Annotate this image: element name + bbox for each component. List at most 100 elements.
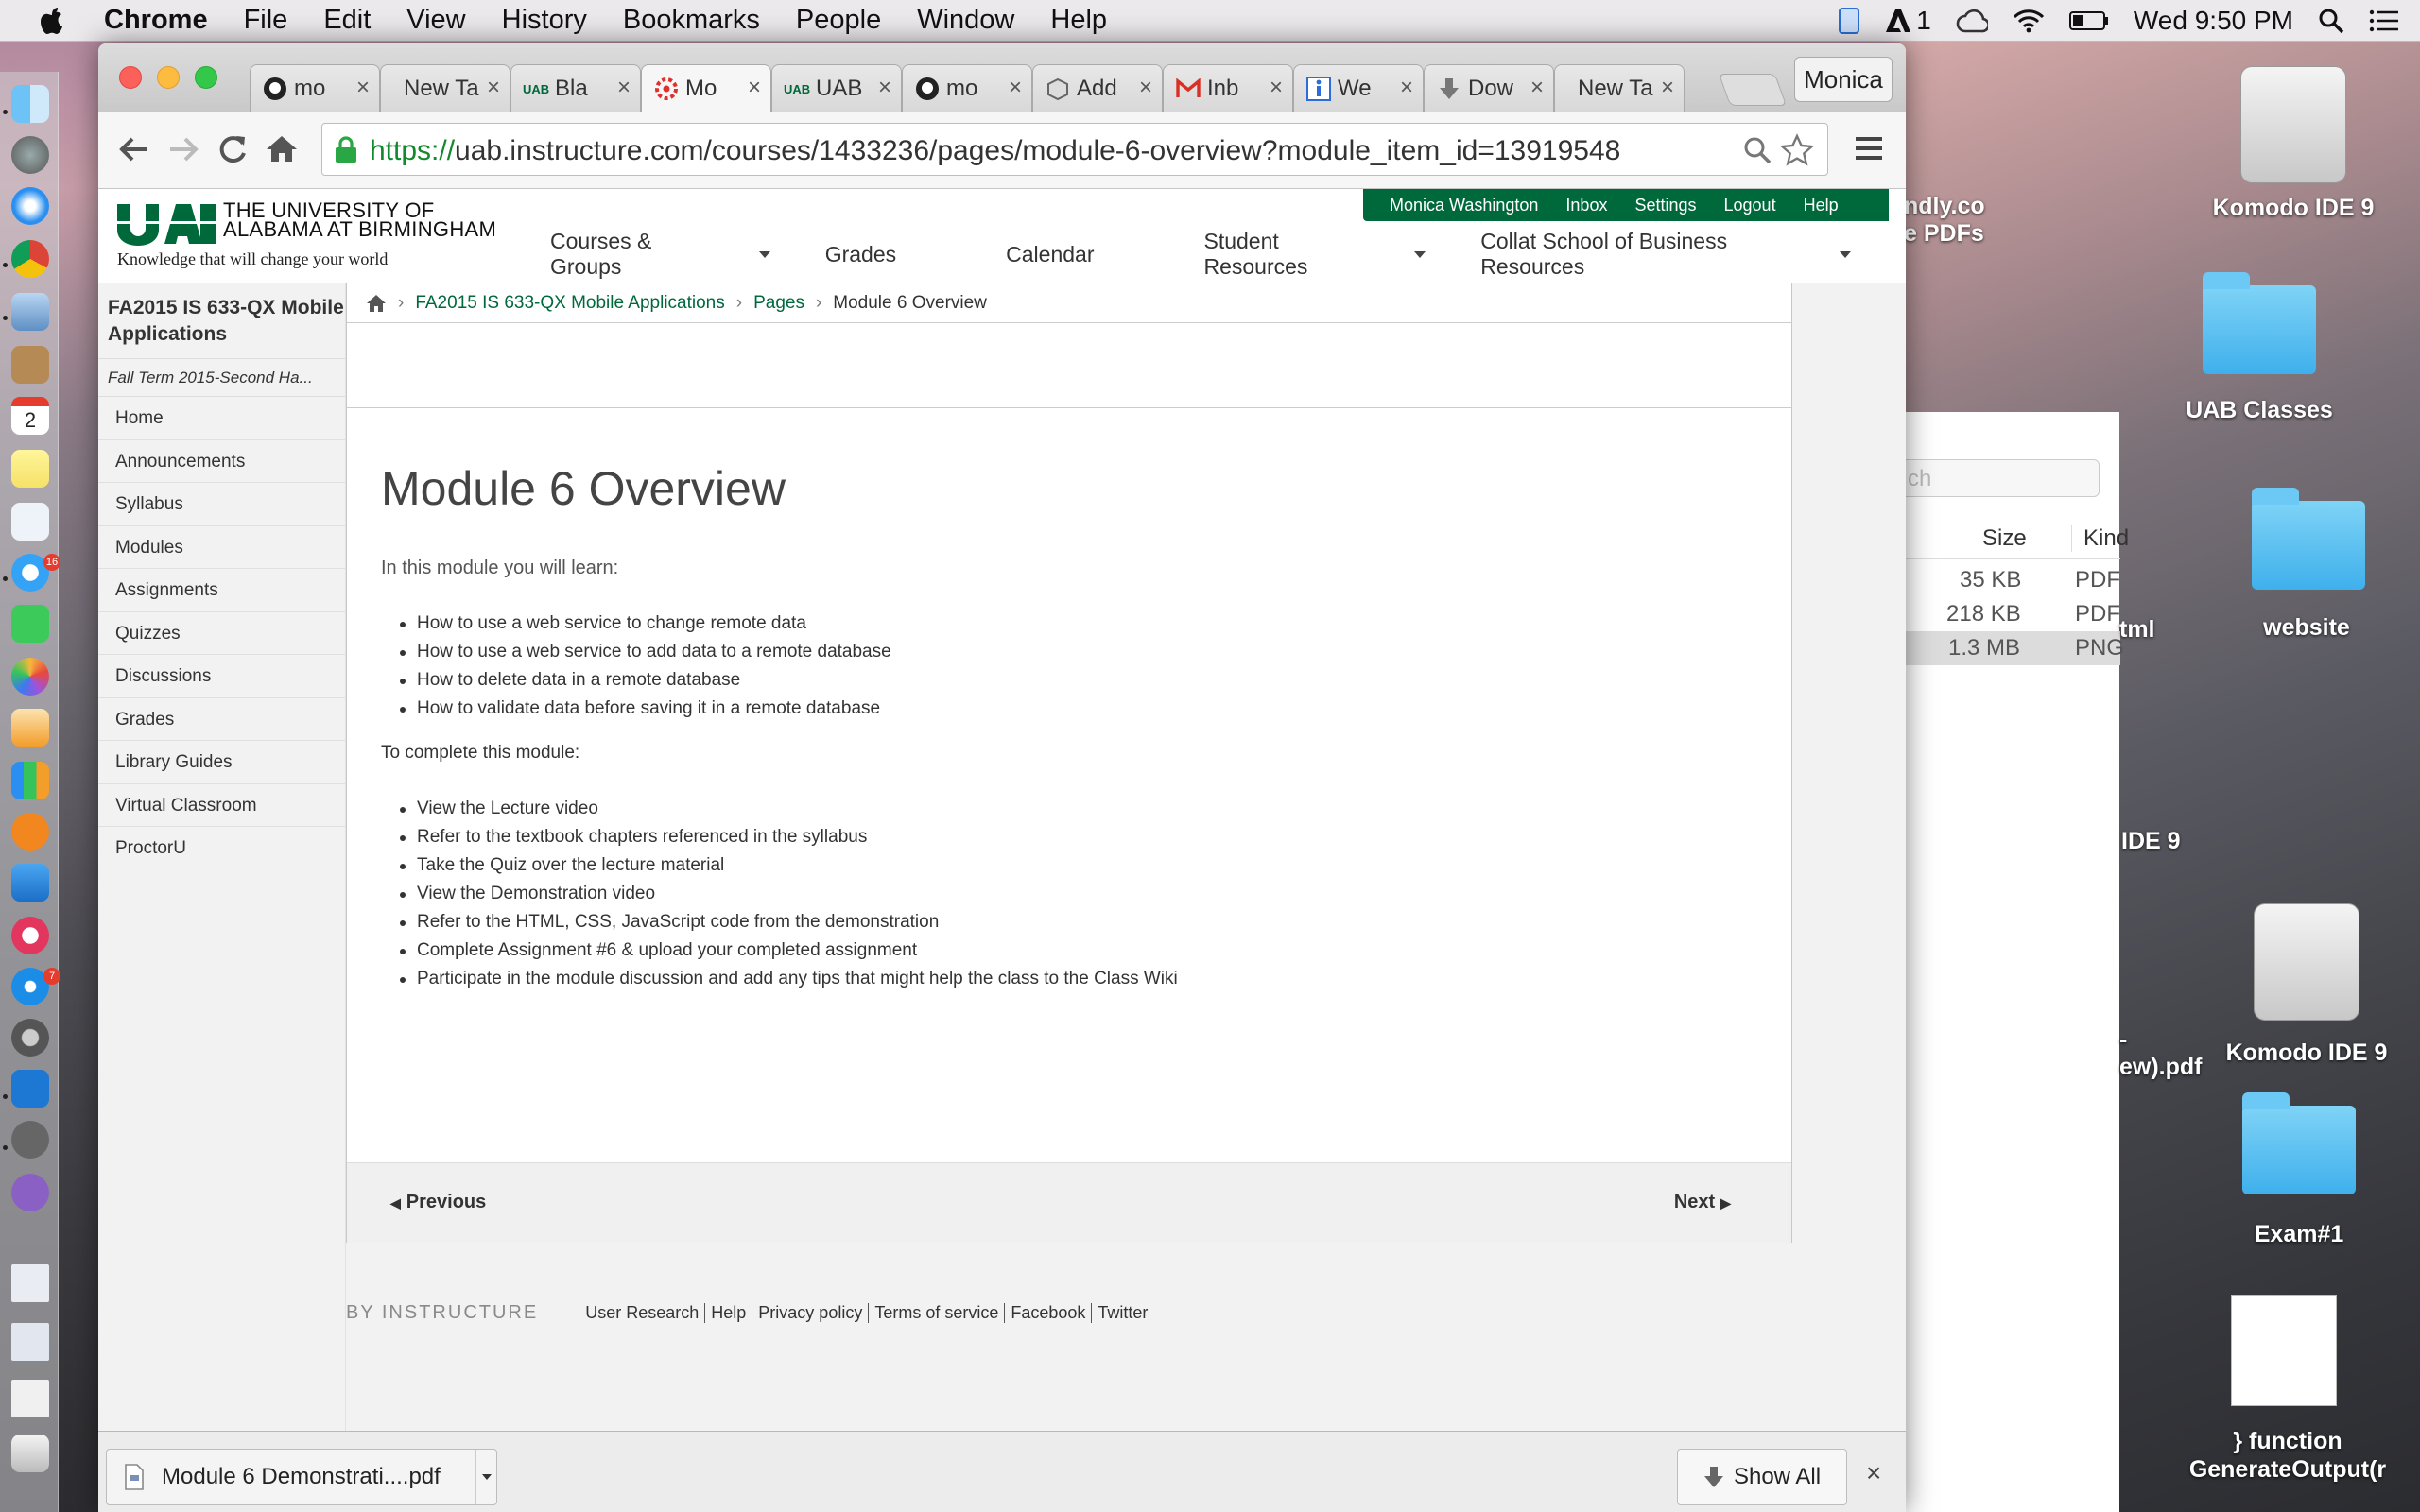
wifi-icon[interactable] [2013, 9, 2045, 33]
browser-tab[interactable]: Add × [1032, 64, 1163, 112]
dock-launchpad-icon[interactable] [11, 136, 49, 174]
desktop-icon-label[interactable]: website [2212, 614, 2401, 642]
browser-tab[interactable]: UAB UAB × [771, 64, 902, 112]
course-nav-home[interactable]: Home [98, 397, 345, 440]
finder-row[interactable]: 35 KB PDF [1901, 563, 2120, 597]
course-nav-modules[interactable]: Modules [98, 526, 345, 569]
browser-tab[interactable]: mo × [902, 64, 1032, 112]
menu-help[interactable]: Help [1050, 5, 1107, 36]
uab-logo[interactable]: THE UNIVERSITY OF ALABAMA AT BIRMINGHAM … [115, 200, 512, 276]
course-nav-discussions[interactable]: Discussions [98, 655, 345, 698]
user-name-link[interactable]: Monica Washington [1390, 196, 1538, 215]
browser-tab-active[interactable]: Mo × [641, 64, 771, 112]
finder-col-kind[interactable]: Kind [2071, 525, 2129, 552]
home-icon[interactable] [263, 130, 301, 168]
dock-facetime-icon[interactable] [11, 605, 49, 643]
search-icon[interactable] [1742, 135, 1772, 165]
footer-link[interactable]: Privacy policy [752, 1303, 870, 1323]
close-download-bar-icon[interactable]: × [1866, 1458, 1881, 1488]
komodo-drive-icon[interactable] [2254, 903, 2360, 1021]
finder-row[interactable]: 1.3 MB PNG [1901, 631, 2124, 665]
desktop-icon-label[interactable]: UAB Classes [2165, 397, 2354, 424]
close-tab-icon[interactable]: × [878, 75, 891, 101]
reload-icon[interactable] [214, 130, 251, 168]
footer-link[interactable]: Help [705, 1303, 753, 1323]
profile-button[interactable]: Monica [1794, 57, 1893, 102]
course-nav-virtual-classroom[interactable]: Virtual Classroom [98, 784, 345, 827]
dock-screenshot-1[interactable] [11, 1264, 49, 1302]
dock-komodo-icon[interactable] [11, 1121, 49, 1159]
dock-photos-icon[interactable] [11, 658, 49, 696]
desktop-icon-label[interactable]: Exam#1 [2204, 1221, 2394, 1248]
breadcrumb-pages[interactable]: Pages [753, 293, 804, 314]
menu-edit[interactable]: Edit [323, 5, 371, 36]
bookmark-star-icon[interactable] [1780, 133, 1814, 167]
close-tab-icon[interactable]: × [1009, 75, 1022, 101]
previous-button[interactable]: ◀ Previous [390, 1192, 486, 1213]
footer-link[interactable]: Twitter [1092, 1303, 1153, 1323]
lock-icon[interactable] [334, 135, 358, 163]
download-menu-button[interactable] [475, 1450, 496, 1504]
dock-github-icon[interactable] [11, 1174, 49, 1211]
course-nav-proctoru[interactable]: ProctorU [98, 827, 345, 870]
clock[interactable]: Wed 9:50 PM [2134, 6, 2293, 36]
desktop-icon-label[interactable]: } function GenerateOutput(r [2155, 1427, 2420, 1484]
close-tab-icon[interactable]: × [748, 75, 761, 101]
menu-view[interactable]: View [406, 5, 465, 36]
dock-contacts-icon[interactable] [11, 346, 49, 384]
browser-tab[interactable]: New Ta × [1554, 64, 1685, 112]
footer-link[interactable]: Facebook [1005, 1303, 1093, 1323]
course-nav-grades[interactable]: Grades [98, 698, 345, 741]
dock-safari-icon[interactable] [11, 187, 49, 225]
close-tab-icon[interactable]: × [1139, 75, 1152, 101]
nav-student-resources[interactable]: Student Resources [1203, 229, 1426, 280]
show-all-downloads-button[interactable]: Show All [1677, 1449, 1847, 1505]
nav-grades[interactable]: Grades [825, 229, 951, 280]
menu-window[interactable]: Window [917, 5, 1014, 36]
address-url[interactable]: https://uab.instructure.com/courses/1433… [370, 135, 1620, 167]
dock-numbers-icon[interactable] [11, 762, 49, 799]
menu-bookmarks[interactable]: Bookmarks [623, 5, 760, 36]
adobe-status[interactable]: 1 [1884, 6, 1931, 36]
dock-itunes-icon[interactable] [11, 917, 49, 954]
desktop-icon-label[interactable]: Komodo IDE 9 [2193, 195, 2394, 222]
course-nav-assignments[interactable]: Assignments [98, 569, 345, 612]
footer-link[interactable]: User Research [579, 1303, 706, 1323]
dock-pages-icon[interactable] [11, 709, 49, 747]
dock-trash-icon[interactable] [11, 1435, 49, 1472]
dock-keynote-icon[interactable] [11, 864, 49, 902]
logout-link[interactable]: Logout [1724, 196, 1776, 215]
dock-screenshot-3[interactable] [11, 1380, 49, 1418]
next-button[interactable]: Next ▶ [1674, 1192, 1731, 1213]
dock-preview-icon[interactable] [11, 293, 49, 331]
chrome-menu-icon[interactable] [1853, 132, 1885, 164]
course-title[interactable]: FA2015 IS 633-QX Mobile Applications [98, 284, 345, 359]
close-tab-icon[interactable]: × [1270, 75, 1283, 101]
battery-icon[interactable] [2068, 10, 2109, 31]
course-nav-announcements[interactable]: Announcements [98, 440, 345, 483]
nav-calendar[interactable]: Calendar [1006, 229, 1149, 280]
address-bar[interactable]: https://uab.instructure.com/courses/1433… [321, 123, 1828, 176]
minimize-window-button[interactable] [157, 66, 180, 89]
close-tab-icon[interactable]: × [1400, 75, 1413, 101]
apple-menu-icon[interactable] [0, 6, 104, 36]
course-nav-quizzes[interactable]: Quizzes [98, 612, 345, 655]
dock-chrome-icon[interactable] [11, 240, 49, 278]
settings-link[interactable]: Settings [1634, 196, 1696, 215]
close-window-button[interactable] [119, 66, 142, 89]
close-tab-icon[interactable]: × [487, 75, 500, 101]
course-nav-library-guides[interactable]: Library Guides [98, 741, 345, 784]
close-tab-icon[interactable]: × [1661, 75, 1674, 101]
course-nav-syllabus[interactable]: Syllabus [98, 483, 345, 526]
inbox-link[interactable]: Inbox [1565, 196, 1607, 215]
download-item[interactable]: Module 6 Demonstrati....pdf [106, 1449, 497, 1505]
creative-cloud-icon[interactable] [1956, 9, 1988, 33]
notes-status-icon[interactable] [1839, 8, 1860, 34]
menu-file[interactable]: File [244, 5, 288, 36]
website-folder-icon[interactable] [2252, 488, 2365, 590]
zoom-window-button[interactable] [195, 66, 217, 89]
dock-notes-icon[interactable] [11, 450, 49, 488]
finder-row[interactable]: 218 KB PDF [1901, 597, 2120, 631]
footer-link[interactable]: Terms of service [869, 1303, 1006, 1323]
dock-screenshot-2[interactable] [11, 1323, 49, 1361]
